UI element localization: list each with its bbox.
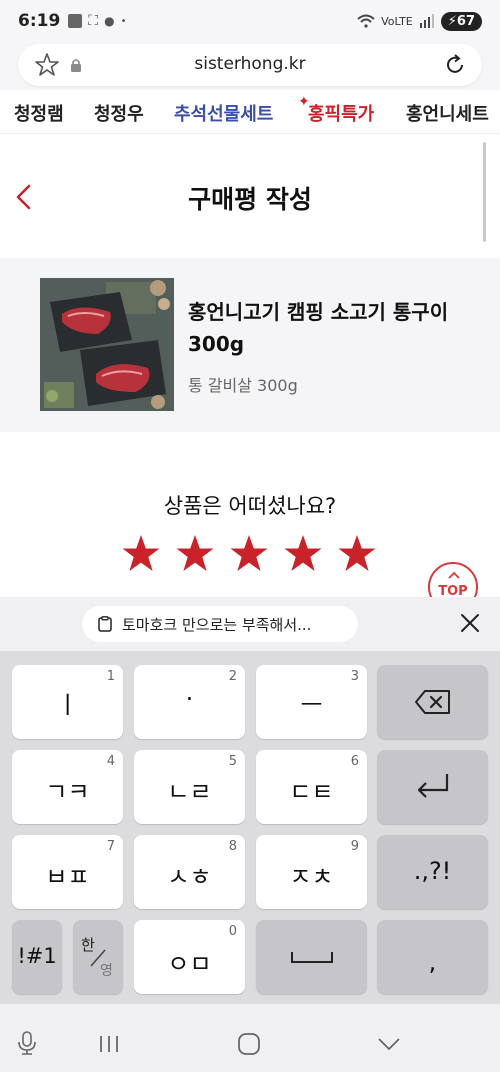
clipboard-text: 토마호크 만으로는 부족해서... xyxy=(122,615,312,634)
space-key[interactable] xyxy=(256,920,367,994)
star-icon[interactable] xyxy=(230,534,268,574)
sparkle-icon: ✦ xyxy=(298,94,310,110)
product-name: 홍언니고기 캠핑 소고기 통구이 300g xyxy=(188,300,449,356)
lang-english-label: 영 xyxy=(100,963,113,979)
clipboard-icon xyxy=(98,616,112,632)
volte-icon: VoLTE xyxy=(381,14,413,28)
key-label: ㄴㄹ xyxy=(167,778,212,806)
keyboard-toolbar: 토마호크 만으로는 부족해서... xyxy=(0,597,500,651)
key-number: 0 xyxy=(228,924,237,939)
key-number: 9 xyxy=(350,839,359,854)
product-thumbnail xyxy=(40,278,174,411)
key-vowel-i[interactable]: 1 ㅣ xyxy=(12,665,123,739)
dot-icon: • xyxy=(120,15,127,27)
battery-level: 67 xyxy=(456,13,475,29)
home-icon[interactable] xyxy=(237,1032,261,1056)
url-text[interactable]: sisterhong.kr xyxy=(18,54,482,74)
key-number: 8 xyxy=(228,839,237,854)
key-label: , xyxy=(428,948,437,976)
key-number: 6 xyxy=(350,754,359,769)
key-label: ㄱㅋ xyxy=(45,778,90,806)
microphone-icon[interactable] xyxy=(16,1030,38,1056)
key-dot[interactable]: 2 · xyxy=(134,665,245,739)
status-time: 6:19 xyxy=(18,11,61,31)
chevron-up-icon xyxy=(448,571,460,579)
category-item[interactable]: 청정램 xyxy=(14,100,64,126)
star-icon[interactable] xyxy=(284,534,322,574)
key-number: 7 xyxy=(106,839,115,854)
comma-key[interactable]: , xyxy=(377,920,488,994)
key-label: .,?! xyxy=(413,857,452,885)
enter-key[interactable] xyxy=(377,750,488,824)
key-label: · xyxy=(185,685,194,713)
key-number: 3 xyxy=(350,669,359,684)
key-bieup-pieup[interactable]: 7 ㅂㅍ xyxy=(12,835,123,909)
status-bar: 6:19 ⛶ ● • VoLTE ⚡67 xyxy=(0,0,500,42)
symbol-key[interactable]: !#1 xyxy=(12,920,62,994)
product-image xyxy=(40,278,174,411)
page-title: 구매평 작성 xyxy=(188,185,312,214)
key-vowel-eu[interactable]: 3 ㅡ xyxy=(256,665,367,739)
key-nieun-rieul[interactable]: 5 ㄴㄹ xyxy=(134,750,245,824)
punctuation-key[interactable]: .,?! xyxy=(377,835,488,909)
key-giyeok-kieuk[interactable]: 4 ㄱㅋ xyxy=(12,750,123,824)
key-number: 1 xyxy=(106,669,115,684)
battery-icon: ⚡67 xyxy=(440,11,482,31)
category-item[interactable]: 홍언니세트 xyxy=(406,100,489,126)
key-number: 2 xyxy=(228,669,237,684)
notification-icon xyxy=(68,14,83,28)
page-header: 구매평 작성 xyxy=(0,134,500,258)
star-icon[interactable] xyxy=(122,534,160,574)
key-label: ㅅㅎ xyxy=(167,863,212,891)
key-label: !#1 xyxy=(17,944,57,968)
enter-icon xyxy=(417,774,449,798)
key-label: ㅇㅁ xyxy=(167,950,212,978)
browser-toolbar: sisterhong.kr xyxy=(0,42,500,90)
system-nav-bar xyxy=(0,1004,500,1072)
backspace-icon xyxy=(415,690,450,714)
language-switch-key[interactable]: 한 영 xyxy=(73,920,123,994)
category-label: 홍픽특가 xyxy=(308,104,375,125)
clipboard-suggestion[interactable]: 토마호크 만으로는 부족해서... xyxy=(82,606,358,642)
key-digeut-tieut[interactable]: 6 ㄷㅌ xyxy=(256,750,367,824)
keyboard: 1 ㅣ 2 · 3 ㅡ 4 ㄱㅋ 5 ㄴㄹ 6 ㄷㅌ 7 ㅂㅍ 8 ㅅㅎ 9 ㅈ… xyxy=(0,651,500,1004)
close-icon[interactable] xyxy=(458,611,482,635)
star-icon[interactable] xyxy=(176,534,214,574)
category-nav: 청정램 청정우 추석선물세트 ✦ 홍픽특가 홍언니세트 xyxy=(0,90,500,134)
key-siot-hieut[interactable]: 8 ㅅㅎ xyxy=(134,835,245,909)
scrollbar[interactable] xyxy=(483,142,486,242)
notification-icons: ⛶ ● • xyxy=(68,13,127,29)
key-label: ㅈㅊ xyxy=(289,863,334,891)
star-icon[interactable] xyxy=(338,534,376,574)
wifi-icon xyxy=(357,14,375,28)
product-option: 통 갈비살 300g xyxy=(188,376,298,395)
reload-icon[interactable] xyxy=(442,52,468,78)
screenshot-icon: ⛶ xyxy=(88,13,99,29)
category-item[interactable]: 추석선물세트 xyxy=(174,100,273,126)
star-rating[interactable] xyxy=(122,534,376,578)
recent-apps-icon[interactable] xyxy=(98,1034,120,1054)
key-label: ㅂㅍ xyxy=(45,863,90,891)
product-summary: 홍언니고기 캠핑 소고기 통구이 300g 통 갈비살 300g xyxy=(0,258,500,432)
key-label: ㅡ xyxy=(300,691,323,719)
system-icons: VoLTE ⚡67 xyxy=(357,11,482,31)
signal-icon xyxy=(419,14,434,28)
category-item[interactable]: 청정우 xyxy=(94,100,144,126)
key-number: 4 xyxy=(106,754,115,769)
category-item-highlighted[interactable]: ✦ 홍픽특가 xyxy=(298,94,375,126)
backspace-key[interactable] xyxy=(377,665,488,739)
bulb-icon: ● xyxy=(104,14,115,28)
key-jieut-chieut[interactable]: 9 ㅈㅊ xyxy=(256,835,367,909)
key-ieung-mieum[interactable]: 0 ㅇㅁ xyxy=(134,920,245,994)
space-icon xyxy=(291,952,333,963)
rating-question: 상품은 어떠셨나요? xyxy=(163,494,337,518)
hide-keyboard-icon[interactable] xyxy=(377,1036,401,1052)
address-bar[interactable]: sisterhong.kr xyxy=(18,44,482,86)
key-label: ㅣ xyxy=(56,691,79,719)
key-label: ㄷㅌ xyxy=(289,778,334,806)
key-number: 5 xyxy=(228,754,237,769)
